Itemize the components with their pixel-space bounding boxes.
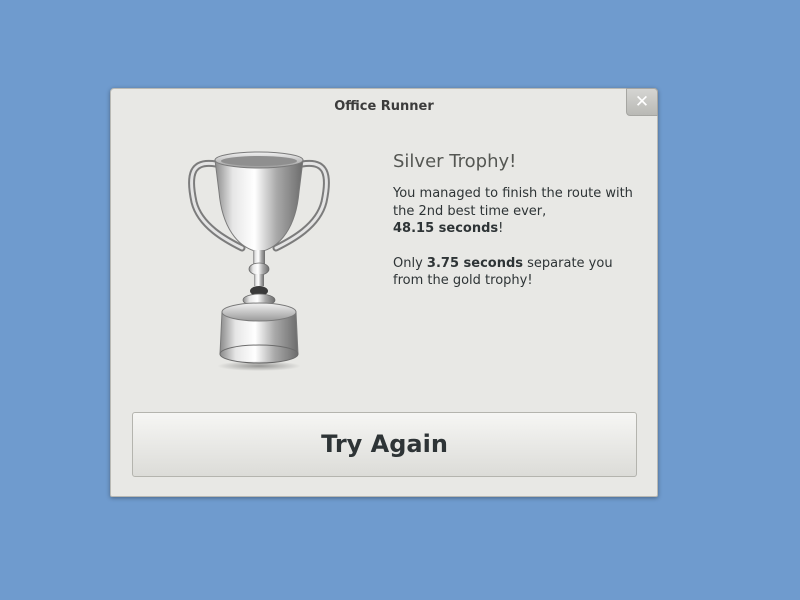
- close-icon: ✕: [634, 92, 650, 112]
- gap-text-line-1: Only 3.75 seconds separate you: [393, 255, 643, 273]
- finish-time-suffix: !: [498, 221, 504, 236]
- gap-prefix: Only: [393, 255, 427, 271]
- result-text-line-2: the 2nd best time ever,: [393, 203, 547, 219]
- dialog-title: Office Runner: [334, 99, 434, 114]
- gap-text-line-2: from the gold trophy!: [393, 273, 533, 288]
- finish-time: 48.15 seconds: [393, 221, 499, 236]
- gap-time: 3.75 seconds: [426, 255, 524, 271]
- trophy-dialog: Office Runner ✕ Silver Trophy! You manag…: [110, 88, 658, 497]
- try-again-button[interactable]: Try Again: [132, 412, 637, 477]
- trophy-title: Silver Trophy!: [393, 151, 517, 172]
- close-button[interactable]: ✕: [626, 88, 658, 116]
- result-message: Silver Trophy! You managed to finish the…: [393, 151, 643, 290]
- result-text-line-1: You managed to finish the route with: [393, 186, 633, 201]
- silver-trophy-icon: [188, 151, 330, 371]
- result-time-line: 48.15 seconds!: [393, 220, 643, 238]
- gap-suffix: separate you: [523, 255, 613, 271]
